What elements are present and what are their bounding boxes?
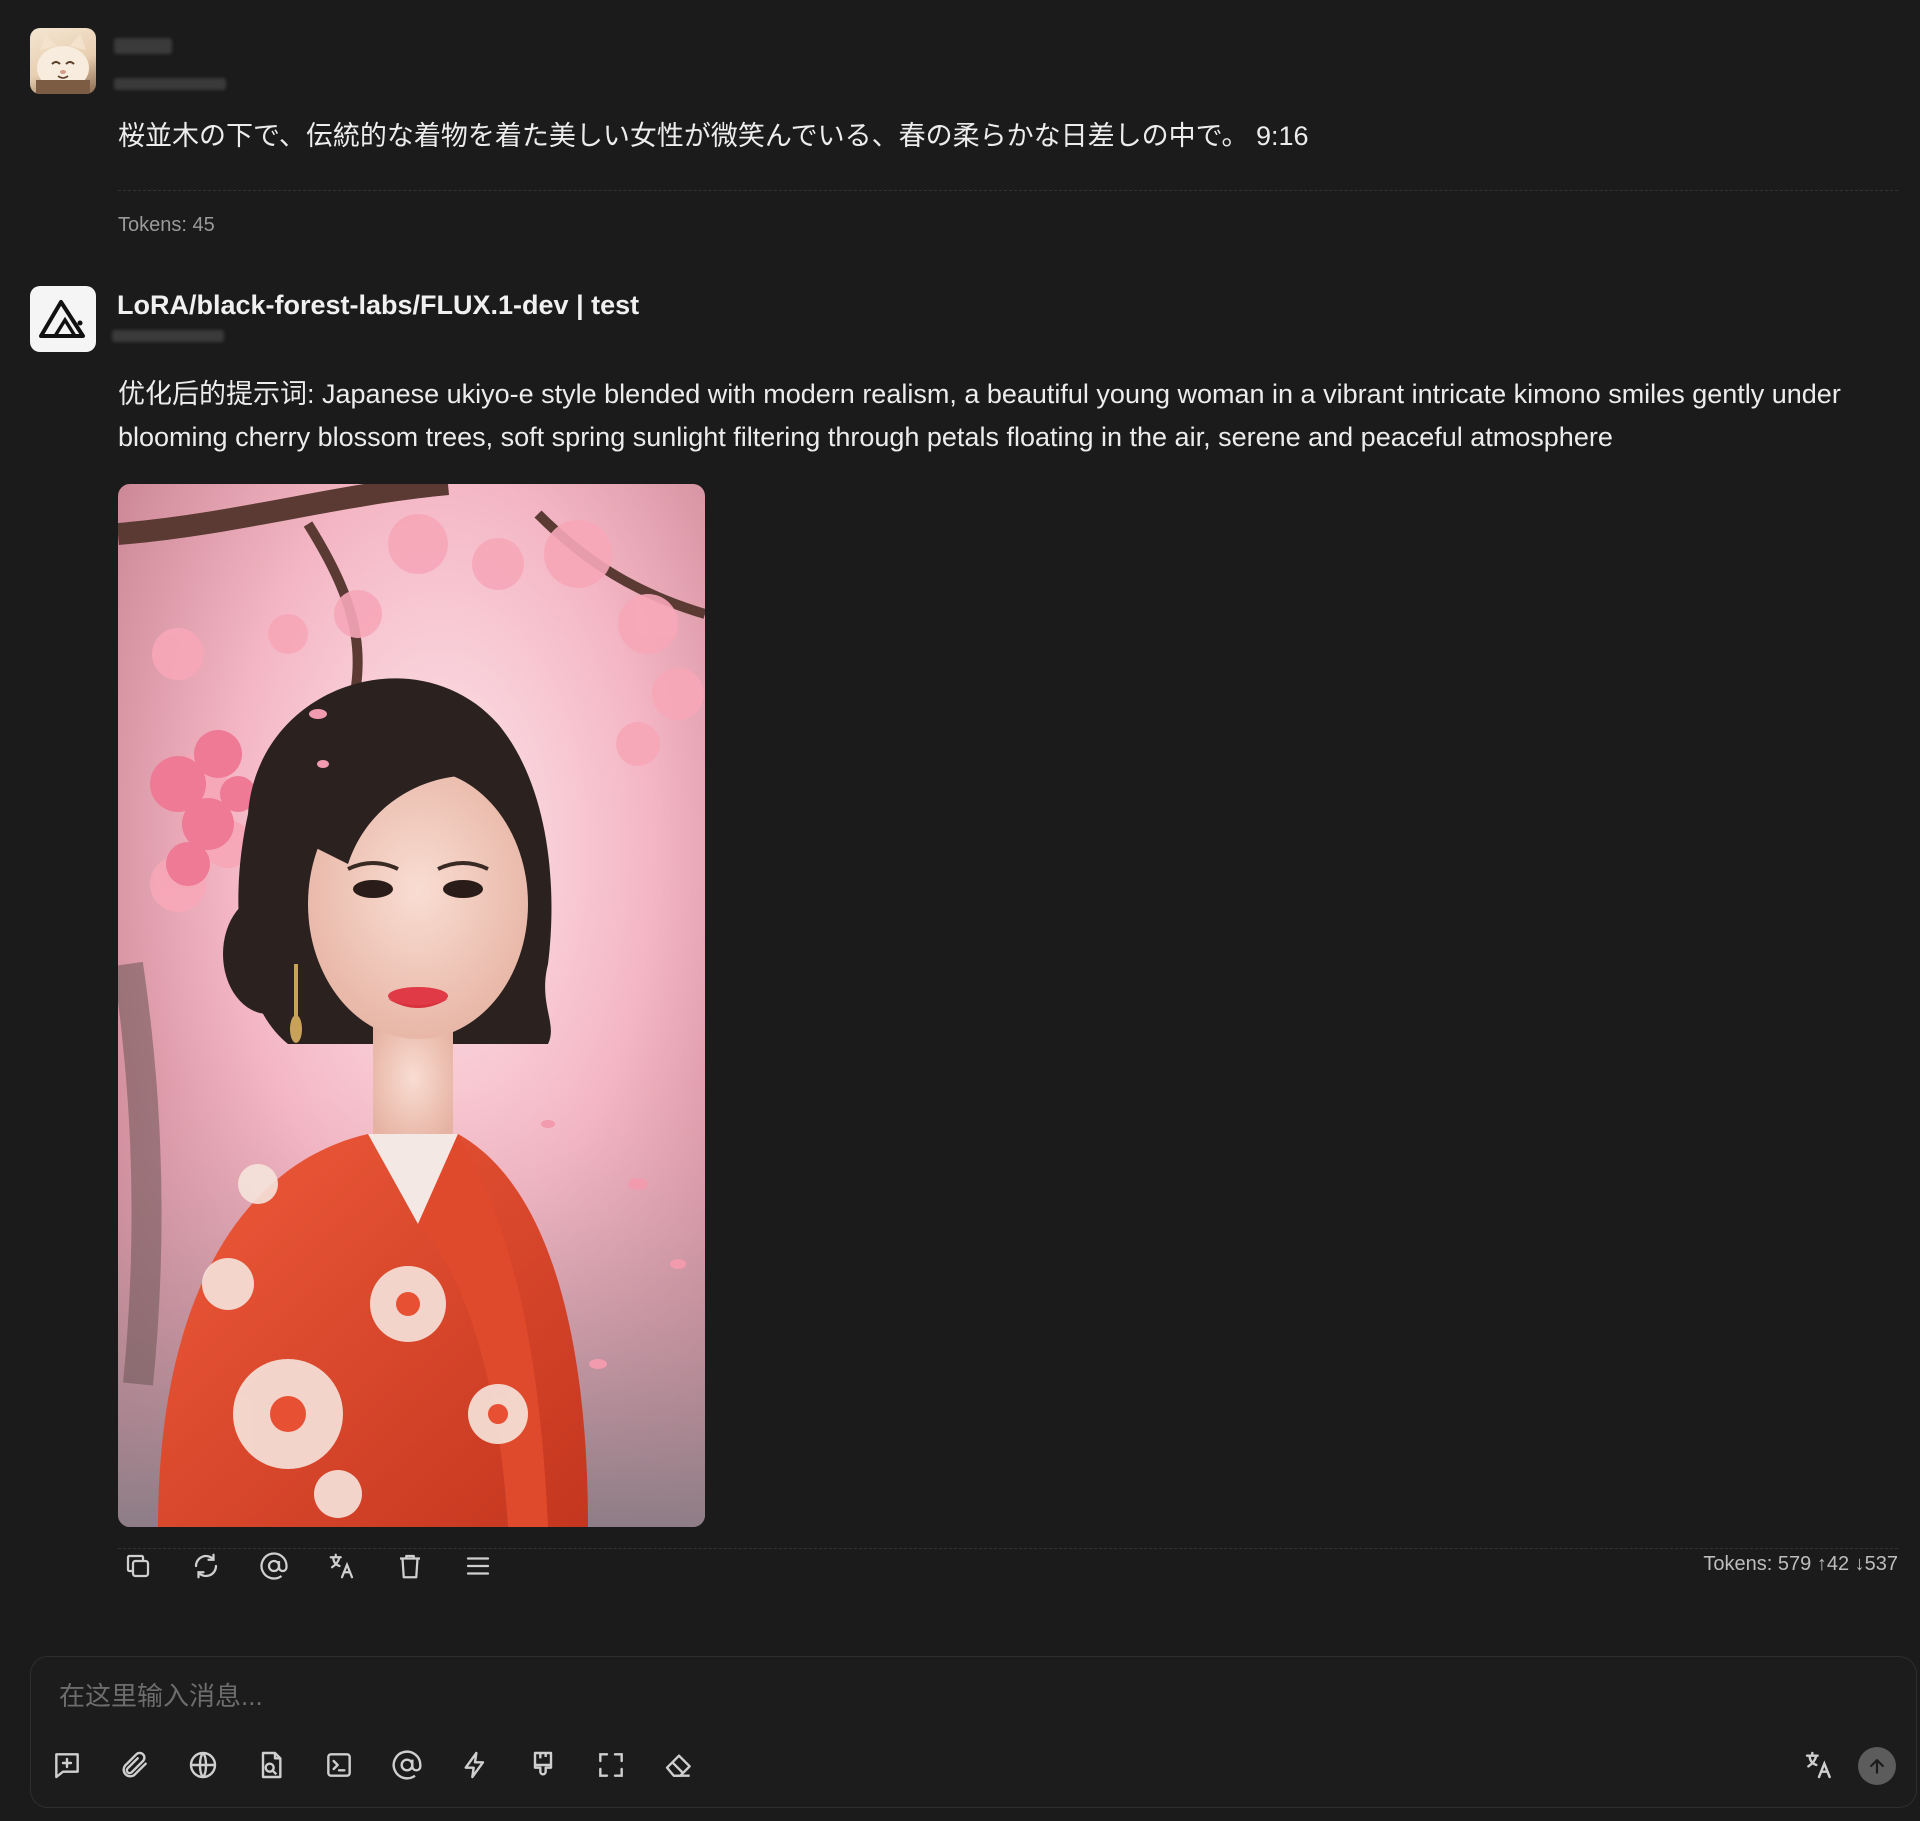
send-button[interactable] [1858,1747,1896,1785]
user-name-redacted [114,38,172,54]
assistant-time-redacted [112,330,224,342]
delete-icon[interactable] [390,1546,430,1586]
web-search-icon[interactable] [183,1745,223,1785]
chat-page: 桜並木の下で、伝統的な着物を着た美しい女性が微笑んでいる、春の柔らかな日差しの中… [0,0,1920,1821]
quick-phrase-icon[interactable] [455,1745,495,1785]
generated-image[interactable] [118,484,705,1527]
menu-icon[interactable] [458,1546,498,1586]
assistant-token-count: Tokens: 579 ↑42 ↓537 [1703,1553,1898,1575]
message-action-bar: Tokens: 579 ↑42 ↓537 [118,1546,1898,1596]
attach-icon[interactable] [115,1745,155,1785]
user-token-count: Tokens: 45 [118,214,215,236]
user-avatar[interactable] [30,28,96,94]
arrow-up-icon [1870,1759,1884,1774]
fullscreen-icon[interactable] [591,1745,631,1785]
knowledge-icon[interactable] [251,1745,291,1785]
regenerate-icon[interactable] [186,1546,226,1586]
message-input[interactable] [59,1675,1459,1717]
user-time-redacted [114,78,226,90]
translate-icon[interactable] [322,1546,362,1586]
user-message-text: 桜並木の下で、伝統的な着物を着た美しい女性が微笑んでいる、春の柔らかな日差しの中… [118,121,1309,151]
new-topic-icon[interactable] [47,1745,87,1785]
assistant-message-text: 优化后的提示词: Japanese ukiyo-e style blended … [118,379,1841,452]
terminal-icon[interactable] [319,1745,359,1785]
model-name: LoRA/black-forest-labs/FLUX.1-dev | test [117,290,640,320]
translate-input-icon[interactable] [1799,1745,1839,1785]
mention-model-icon[interactable] [387,1745,427,1785]
model-logo-icon [39,300,85,338]
copy-icon[interactable] [118,1546,158,1586]
brush-icon[interactable] [523,1745,563,1785]
model-avatar[interactable] [30,286,96,352]
mention-icon[interactable] [254,1546,294,1586]
message-composer [30,1656,1917,1808]
user-message-divider [118,190,1898,191]
eraser-icon[interactable] [659,1745,699,1785]
